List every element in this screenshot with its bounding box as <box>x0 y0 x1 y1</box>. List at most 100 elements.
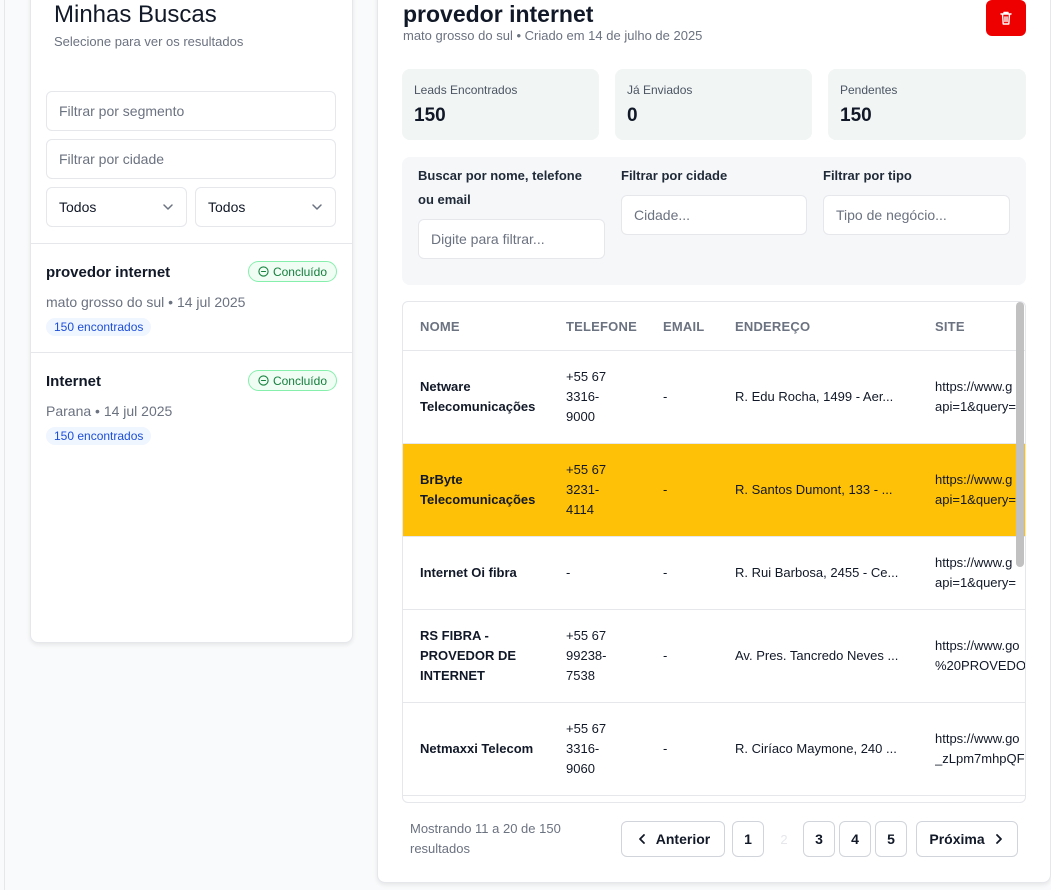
stat-card-leads: Leads Encontrados 150 <box>402 69 599 140</box>
cell-phone: +55 67 3231- 4114 <box>566 462 607 517</box>
status-badge: Concluído <box>247 370 337 391</box>
page-button-4[interactable]: 4 <box>839 821 871 857</box>
type-filter-placeholder: Tipo de negócio... <box>836 207 947 223</box>
stat-card-pending: Pendentes 150 <box>828 69 1026 140</box>
cell-address: R. Ciríaco Maymone, 240 ... <box>735 741 897 756</box>
cell-site[interactable]: https://www.go _zLpm7mhpQF <box>935 703 1025 795</box>
previous-label: Anterior <box>655 831 711 847</box>
stat-label: Leads Encontrados <box>414 83 518 97</box>
cell-address: Av. Pres. Tancredo Neves ... <box>735 648 899 663</box>
cell-email: - <box>663 648 668 663</box>
cell-name: Netmaxxi Telecom <box>420 741 534 756</box>
page-subtitle: mato grosso do sul • Criado em 14 de jul… <box>403 28 703 43</box>
cell-site[interactable]: https://www.go %20PROVEDO <box>935 610 1025 702</box>
searches-panel: Minhas Buscas Selecione para ver os resu… <box>30 0 353 643</box>
period-select[interactable]: Todos <box>195 187 336 227</box>
city-filter-input[interactable]: Cidade... <box>621 195 807 235</box>
page-button-3[interactable]: 3 <box>803 821 835 857</box>
stat-label: Pendentes <box>840 83 898 97</box>
stat-label: Já Enviados <box>627 83 693 97</box>
check-circle-icon <box>258 375 269 386</box>
search-item[interactable]: provedor internet Concluído mato grosso … <box>31 244 352 352</box>
stat-card-sent: Já Enviados 0 <box>615 69 812 140</box>
city-filter-placeholder: Cidade... <box>634 207 691 223</box>
cell-phone: +55 67 3316- 9060 <box>566 721 607 776</box>
cell-name: Netware Telecomunicações <box>420 379 536 414</box>
table-scrollbar[interactable] <box>1016 302 1024 567</box>
status-badge-label: Concluído <box>272 373 327 388</box>
next-label: Próxima <box>929 831 985 847</box>
column-header: SITE <box>935 319 965 334</box>
column-header: ENDEREÇO <box>735 319 811 334</box>
cell-site[interactable]: https://www.g api=1&query= <box>935 444 1025 536</box>
segment-filter-placeholder: Filtrar por segmento <box>59 103 185 119</box>
search-item-meta: mato grosso do sul • 14 jul 2025 <box>46 294 246 310</box>
cell-name: Internet Oi fibra <box>420 565 517 580</box>
cell-phone: - <box>566 565 571 580</box>
type-filter-input[interactable]: Tipo de negócio... <box>823 195 1010 235</box>
search-item-count: 150 encontrados <box>46 427 152 445</box>
status-badge: Concluído <box>247 261 337 282</box>
sidebar-title: Minhas Buscas <box>54 1 217 28</box>
cell-address: R. Edu Rocha, 1499 - Aer... <box>735 389 894 404</box>
page-title: provedor internet <box>403 1 594 27</box>
cell-site[interactable]: https://www.g api=1&query= <box>935 537 1025 609</box>
stat-value: 150 <box>414 105 446 126</box>
page-button-5[interactable]: 5 <box>875 821 907 857</box>
trash-icon <box>1000 11 1012 25</box>
results-panel: provedor internet mato grosso do sul • C… <box>377 0 1051 883</box>
column-header: EMAIL <box>663 319 705 334</box>
delete-button[interactable] <box>986 0 1026 36</box>
cell-address: R. Santos Dumont, 133 - ... <box>735 482 893 497</box>
next-page-button[interactable]: Próxima <box>916 821 1018 857</box>
table-row-highlighted[interactable]: BrByte Telecomunicações +55 67 3231- 411… <box>403 444 1025 537</box>
status-badge-label: Concluído <box>272 264 327 279</box>
name-filter-placeholder: Digite para filtrar... <box>431 231 545 247</box>
table-row[interactable]: Internet Oi fibra - - R. Rui Barbosa, 24… <box>403 537 1025 610</box>
cell-email: - <box>663 389 668 404</box>
pagination-summary: Mostrando 11 a 20 de 150 resultados <box>410 821 561 856</box>
city-filter-placeholder: Filtrar por cidade <box>59 151 165 167</box>
stat-value: 150 <box>840 105 872 126</box>
segment-filter-input[interactable]: Filtrar por segmento <box>46 91 336 131</box>
cell-phone: +55 67 3316- 9000 <box>566 369 607 424</box>
chevron-down-icon <box>312 204 322 210</box>
table-row[interactable]: RS FIBRA - PROVEDOR DE INTERNET +55 67 9… <box>403 610 1025 703</box>
name-filter-label: Buscar por nome, telefone ou email <box>418 168 582 207</box>
cell-email: - <box>663 482 668 497</box>
status-select[interactable]: Todos <box>46 187 187 227</box>
page-button-1[interactable]: 1 <box>732 821 764 857</box>
name-filter-input[interactable]: Digite para filtrar... <box>418 219 605 259</box>
chevron-down-icon <box>163 204 173 210</box>
column-header: TELEFONE <box>566 319 637 334</box>
search-item-meta: Parana • 14 jul 2025 <box>46 403 173 419</box>
cell-site[interactable]: https://www.g api=1&query= <box>935 351 1025 443</box>
cell-address: R. Rui Barbosa, 2455 - Ce... <box>735 565 899 580</box>
stat-value: 0 <box>627 105 638 126</box>
table-row[interactable]: Netware Telecomunicações +55 67 3316- 90… <box>403 351 1025 444</box>
cell-name: BrByte Telecomunicações <box>420 472 536 507</box>
leads-table: NOME TELEFONE EMAIL ENDEREÇO SITE Netwar… <box>402 301 1026 803</box>
sidebar-subtitle: Selecione para ver os resultados <box>54 34 244 49</box>
search-item-name: Internet <box>46 373 102 390</box>
type-filter-label: Filtrar por tipo <box>823 168 912 183</box>
chevron-left-icon <box>638 834 645 844</box>
page-edge <box>4 0 5 890</box>
city-filter-label: Filtrar por cidade <box>621 168 728 183</box>
cell-phone: +55 67 99238- 7538 <box>566 628 607 683</box>
page-button-2-current[interactable]: 2 <box>774 821 794 857</box>
city-filter-input[interactable]: Filtrar por cidade <box>46 139 336 179</box>
table-header: NOME TELEFONE EMAIL ENDEREÇO SITE <box>403 302 1025 351</box>
table-row[interactable]: Netmaxxi Telecom +55 67 3316- 9060 - R. … <box>403 703 1025 796</box>
cell-email: - <box>663 565 668 580</box>
column-header: NOME <box>420 319 460 334</box>
status-select-value: Todos <box>59 199 97 215</box>
search-item-count: 150 encontrados <box>46 318 152 336</box>
check-circle-icon <box>258 266 269 277</box>
search-item-name: provedor internet <box>46 264 171 281</box>
previous-page-button[interactable]: Anterior <box>621 821 725 857</box>
cell-name: RS FIBRA - PROVEDOR DE INTERNET <box>420 628 517 683</box>
filters-box: Buscar por nome, telefone ou email Digit… <box>402 157 1026 285</box>
search-item[interactable]: Internet Concluído Parana • 14 jul 2025 … <box>31 353 352 461</box>
chevron-right-icon <box>995 834 1002 844</box>
